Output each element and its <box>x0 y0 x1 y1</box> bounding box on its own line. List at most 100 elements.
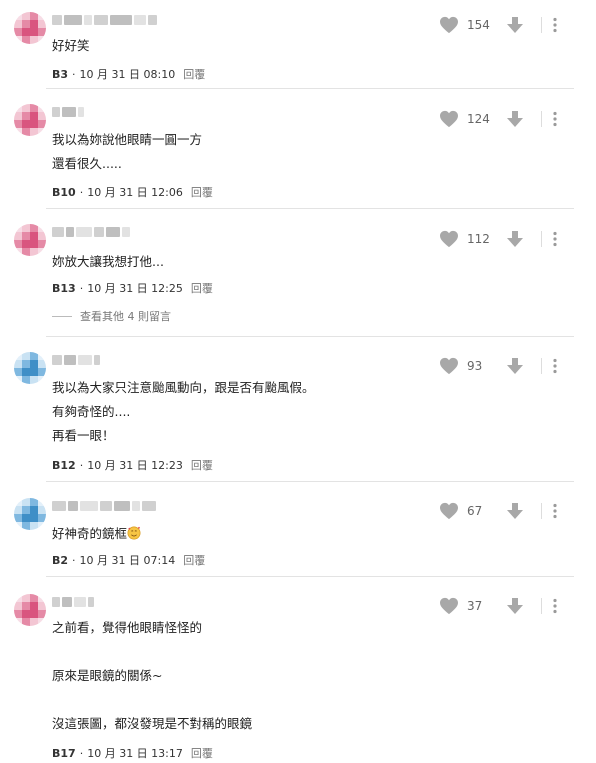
smiling-face-with-hearts-icon <box>127 526 141 540</box>
username-block <box>64 355 76 365</box>
username-block <box>94 15 108 25</box>
avatar[interactable] <box>14 224 46 256</box>
username-block <box>134 15 146 25</box>
avatar-pixel <box>22 522 30 530</box>
avatar-pixel <box>14 28 22 36</box>
username-blurred[interactable] <box>52 500 156 512</box>
avatar-pixel <box>22 28 30 36</box>
arrow-down-icon[interactable] <box>505 109 525 129</box>
avatar-pixel <box>22 368 30 376</box>
comment-text: 我以為妳說他眼睛一圓一方 還看很久..... <box>52 132 203 171</box>
avatar-pixel <box>14 376 22 384</box>
username-blurred[interactable] <box>52 354 100 366</box>
comment-timestamp: 10 月 31 日 12:06 <box>87 186 183 199</box>
floor-number[interactable]: B3 <box>52 68 68 81</box>
heart-icon[interactable] <box>439 597 459 615</box>
reply-link[interactable]: 回覆 <box>191 184 213 200</box>
avatar-pixel <box>38 618 46 626</box>
avatar-pixel <box>14 112 22 120</box>
avatar[interactable] <box>14 104 46 136</box>
comment-meta: B13 · 10 月 31 日 12:25 回覆 <box>52 280 213 296</box>
floor-number[interactable]: B13 <box>52 282 76 295</box>
username-blurred[interactable] <box>52 14 157 26</box>
comment-body: 我以為妳說他眼睛一圓一方 還看很久..... <box>52 128 202 176</box>
meta-separator: · <box>79 281 84 295</box>
arrow-down-icon[interactable] <box>505 15 525 35</box>
reply-link[interactable]: 回覆 <box>191 745 213 761</box>
arrow-down-icon[interactable] <box>505 356 525 376</box>
more-options-icon[interactable] <box>552 17 558 33</box>
avatar-pixel <box>38 602 46 610</box>
comment-divider <box>46 336 574 337</box>
avatar-pixel <box>14 514 22 522</box>
avatar-pixel <box>30 20 38 28</box>
comment-actions: 93 <box>439 354 596 378</box>
avatar[interactable] <box>14 12 46 44</box>
comment-timestamp: 10 月 31 日 13:17 <box>87 747 183 760</box>
avatar-pixel <box>38 376 46 384</box>
heart-icon[interactable] <box>439 502 459 520</box>
username-blurred[interactable] <box>52 596 94 608</box>
avatar-pixel <box>30 506 38 514</box>
avatar-pixel <box>14 240 22 248</box>
comment-body: 之前看，覺得他眼睛怪怪的 原來是眼鏡的關係~ 沒這張圖，都沒發現是不對稱的眼鏡 <box>52 616 252 736</box>
avatar-pixel <box>30 36 38 44</box>
comment-actions: 112 <box>439 227 596 251</box>
reply-link[interactable]: 回覆 <box>183 66 205 82</box>
comment-text: 好神奇的鏡框 <box>52 526 128 541</box>
more-options-icon[interactable] <box>552 358 558 374</box>
more-options-icon[interactable] <box>552 503 558 519</box>
arrow-down-icon[interactable] <box>505 229 525 249</box>
username-block <box>106 227 120 237</box>
comment-meta: B3 · 10 月 31 日 08:10 回覆 <box>52 66 205 82</box>
avatar-pixel <box>38 514 46 522</box>
avatar-pixel <box>14 20 22 28</box>
heart-icon[interactable] <box>439 357 459 375</box>
reply-link[interactable]: 回覆 <box>191 280 213 296</box>
username-block <box>100 501 112 511</box>
more-options-icon[interactable] <box>552 231 558 247</box>
avatar[interactable] <box>14 498 46 530</box>
meta-separator: · <box>72 553 76 567</box>
reply-link[interactable]: 回覆 <box>191 457 213 473</box>
more-options-icon[interactable] <box>552 111 558 127</box>
floor-number[interactable]: B12 <box>52 459 76 472</box>
avatar-pixel <box>14 618 22 626</box>
comment-timestamp: 10 月 31 日 12:25 <box>87 282 183 295</box>
username-block <box>62 597 72 607</box>
avatar-pixel <box>38 232 46 240</box>
heart-icon[interactable] <box>439 230 459 248</box>
heart-icon[interactable] <box>439 110 459 128</box>
username-block <box>110 15 132 25</box>
avatar-pixel <box>22 104 30 112</box>
comment-feed: 好好笑 B3 · 10 月 31 日 08:10 回覆 154 我以為妳說他眼睛一圓一方… <box>0 0 596 763</box>
avatar-pixel <box>30 248 38 256</box>
username-blurred[interactable] <box>52 226 130 238</box>
avatar-pixel <box>30 376 38 384</box>
username-blurred[interactable] <box>52 106 84 118</box>
heart-icon[interactable] <box>439 16 459 34</box>
arrow-down-icon[interactable] <box>505 501 525 521</box>
avatar-pixel <box>14 12 22 20</box>
avatar-pixel <box>22 240 30 248</box>
arrow-down-icon[interactable] <box>505 596 525 616</box>
more-options-icon[interactable] <box>552 598 558 614</box>
avatar[interactable] <box>14 594 46 626</box>
avatar-pixel <box>22 112 30 120</box>
avatar-pixel <box>14 602 22 610</box>
username-block <box>64 15 82 25</box>
floor-number[interactable]: B2 <box>52 554 68 567</box>
avatar-pixel <box>14 610 22 618</box>
comment-actions: 124 <box>439 107 596 131</box>
floor-number[interactable]: B17 <box>52 747 76 760</box>
comment-actions: 67 <box>439 499 596 523</box>
username-block <box>80 501 98 511</box>
reply-link[interactable]: 回覆 <box>183 552 205 568</box>
comment-body: 我以為大家只注意颱風動向，跟是否有颱風假。 有夠奇怪的.... 再看一眼！ <box>52 376 315 448</box>
action-divider <box>541 358 542 374</box>
username-block <box>78 107 84 117</box>
floor-number[interactable]: B10 <box>52 186 76 199</box>
avatar[interactable] <box>14 352 46 384</box>
comment-divider <box>46 88 574 89</box>
view-more-replies-link[interactable]: 查看其他 4 則留言 <box>52 308 171 324</box>
